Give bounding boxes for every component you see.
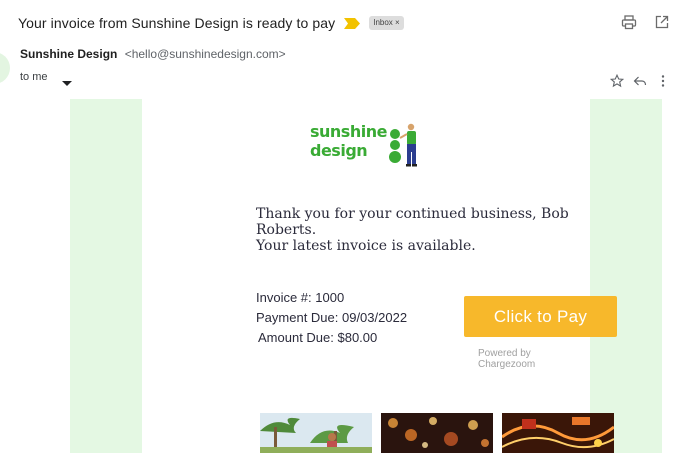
more-vertical-icon[interactable] xyxy=(656,74,670,88)
logo-line-1: sunshine xyxy=(310,122,387,141)
importance-marker-icon[interactable] xyxy=(344,17,361,29)
sunshine-design-logo: sunshine design xyxy=(310,122,425,168)
sender-email: <hello@sunshinedesign.com> xyxy=(124,47,286,61)
amount-due: Amount Due: $80.00 xyxy=(258,330,378,345)
click-to-pay-button[interactable]: Click to Pay xyxy=(464,296,617,337)
sender-avatar[interactable] xyxy=(0,52,10,84)
email-subject: Your invoice from Sunshine Design is rea… xyxy=(18,15,336,31)
logo-line-2: design xyxy=(310,141,368,160)
invoice-card: sunshine design Thank you for your conti… xyxy=(142,99,617,453)
gardener-logo-icon xyxy=(389,123,417,167)
sender-name[interactable]: Sunshine Design xyxy=(20,47,117,61)
email-body: sunshine design Thank you for your conti… xyxy=(70,99,662,453)
payment-due: Payment Due: 09/03/2022 xyxy=(256,310,408,325)
promo-photo-lights xyxy=(381,413,493,453)
print-icon[interactable] xyxy=(621,14,637,30)
powered-by-text[interactable]: Powered by Chargezoom xyxy=(478,348,590,370)
promo-photo-decorations xyxy=(502,413,614,453)
reply-icon[interactable] xyxy=(633,74,647,88)
recipient-label: to me xyxy=(20,71,48,83)
invoice-number: Invoice #: 1000 xyxy=(256,290,345,305)
open-in-new-window-icon[interactable] xyxy=(654,14,670,30)
star-icon[interactable] xyxy=(610,74,624,88)
inbox-label[interactable]: Inbox × xyxy=(369,16,404,30)
greeting-text: Thank you for your continued business, B… xyxy=(256,206,569,238)
logo-text: sunshine design xyxy=(310,122,387,160)
subject-row: Your invoice from Sunshine Design is rea… xyxy=(18,12,404,34)
recipient-details-caret-icon[interactable] xyxy=(62,81,72,86)
sender-row: Sunshine Design <hello@sunshinedesign.co… xyxy=(20,47,286,61)
promo-photo-palms xyxy=(260,413,372,453)
invoice-available-text: Your latest invoice is available. xyxy=(256,238,476,254)
